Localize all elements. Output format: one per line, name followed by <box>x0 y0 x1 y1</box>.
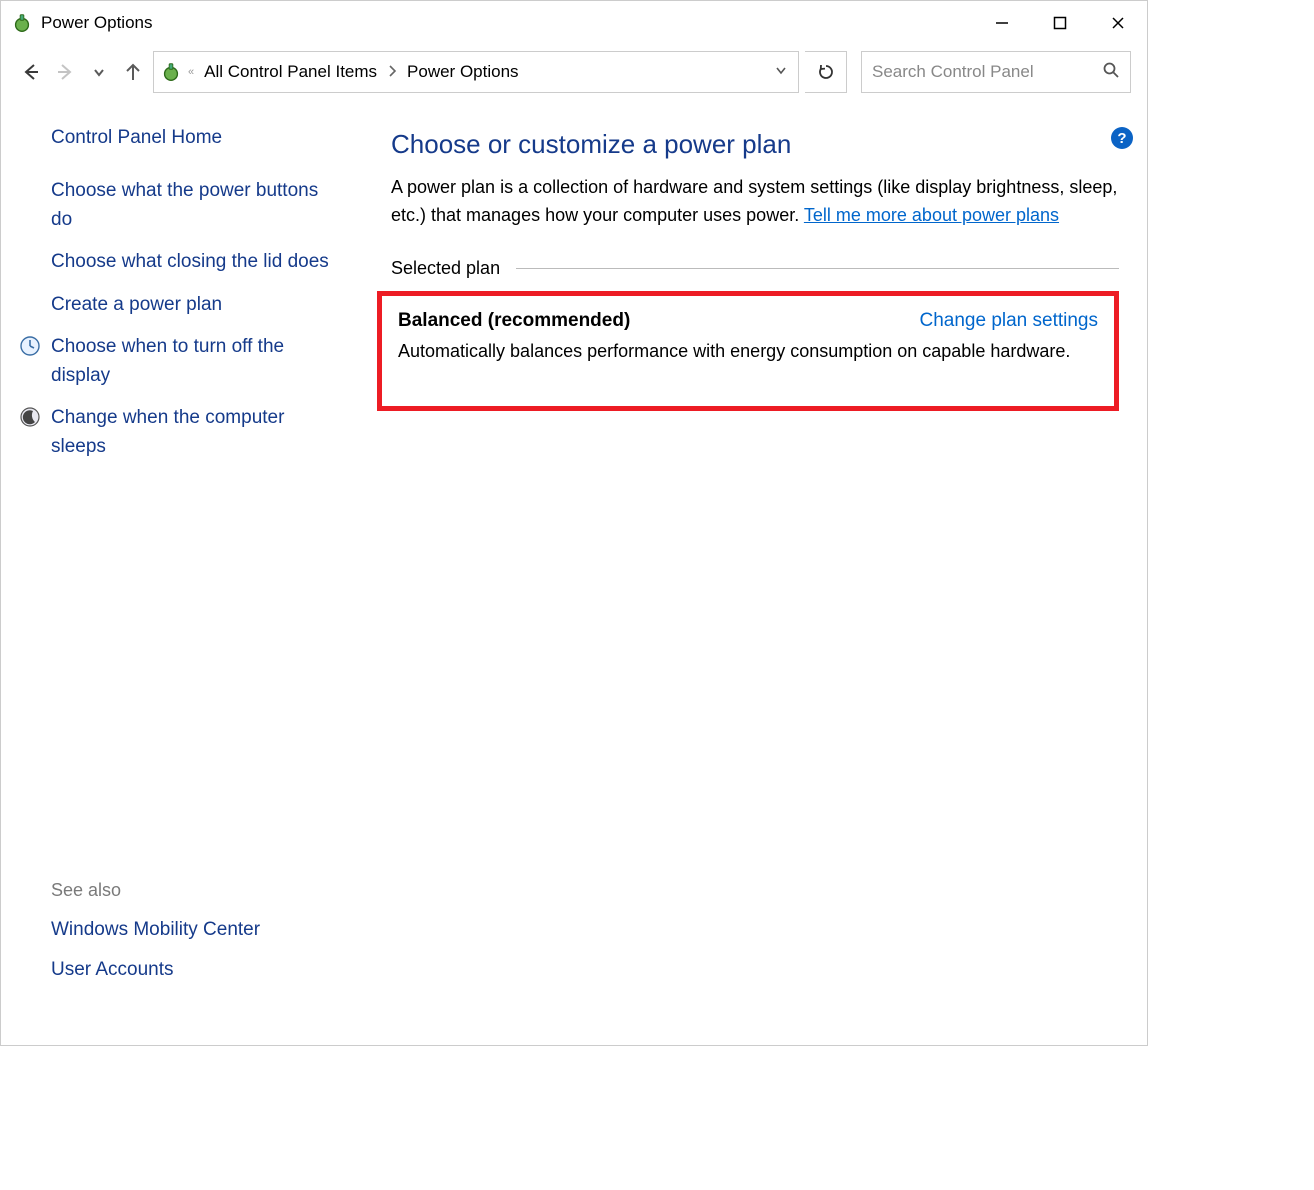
power-options-icon <box>160 61 182 83</box>
window-title: Power Options <box>41 13 153 33</box>
page-heading: Choose or customize a power plan <box>391 129 1119 160</box>
power-options-icon <box>11 12 33 34</box>
address-bar[interactable]: « All Control Panel Items Power Options <box>153 51 799 93</box>
up-button[interactable] <box>119 58 147 86</box>
sidebar-item-display-off[interactable]: Choose when to turn off the display <box>51 333 341 390</box>
maximize-button[interactable] <box>1031 4 1089 42</box>
search-input[interactable] <box>872 62 1102 82</box>
minimize-button[interactable] <box>973 4 1031 42</box>
selected-plan-header: Selected plan <box>391 258 1119 279</box>
forward-button[interactable] <box>51 58 79 86</box>
page-description: A power plan is a collection of hardware… <box>391 174 1119 230</box>
sidebar-item-label[interactable]: Change when the computer sleeps <box>51 404 341 461</box>
breadcrumb-power-options[interactable]: Power Options <box>403 60 523 84</box>
sidebar-item-label[interactable]: Choose what the power buttons do <box>51 177 341 234</box>
window: Power Options « All Contr <box>0 0 1148 1046</box>
section-divider <box>516 268 1119 269</box>
titlebar: Power Options <box>1 1 1147 45</box>
refresh-button[interactable] <box>805 51 847 93</box>
address-dropdown-button[interactable] <box>770 63 792 81</box>
see-also-mobility-center[interactable]: Windows Mobility Center <box>51 919 341 941</box>
see-also-title: See also <box>51 880 341 901</box>
change-plan-settings-link[interactable]: Change plan settings <box>919 310 1098 332</box>
breadcrumb-prev-icon[interactable]: « <box>188 66 194 78</box>
control-panel-home-link[interactable]: Control Panel Home <box>51 127 341 149</box>
clock-icon <box>19 335 41 357</box>
sidebar-item-label[interactable]: Create a power plan <box>51 291 222 320</box>
main-content: Choose or customize a power plan A power… <box>361 105 1147 1039</box>
navigation-bar: « All Control Panel Items Power Options <box>1 45 1147 105</box>
sidebar: Control Panel Home Choose what the power… <box>1 105 361 1039</box>
selected-plan-box: Balanced (recommended) Change plan setti… <box>377 291 1119 411</box>
sidebar-item-label[interactable]: Choose what closing the lid does <box>51 248 329 277</box>
back-button[interactable] <box>17 58 45 86</box>
sidebar-item-computer-sleeps[interactable]: Change when the computer sleeps <box>51 404 341 461</box>
section-label: Selected plan <box>391 258 500 279</box>
help-icon[interactable]: ? <box>1111 127 1133 149</box>
content-body: Control Panel Home Choose what the power… <box>1 105 1147 1039</box>
recent-locations-button[interactable] <box>85 58 113 86</box>
search-box[interactable] <box>861 51 1131 93</box>
plan-name: Balanced (recommended) <box>398 310 630 332</box>
tell-more-link[interactable]: Tell me more about power plans <box>804 205 1059 225</box>
close-button[interactable] <box>1089 4 1147 42</box>
see-also-section: See also Windows Mobility Center User Ac… <box>51 880 341 1019</box>
search-icon[interactable] <box>1102 61 1120 83</box>
sidebar-item-power-buttons[interactable]: Choose what the power buttons do <box>51 177 341 234</box>
breadcrumb-all-items[interactable]: All Control Panel Items <box>200 60 381 84</box>
plan-description: Automatically balances performance with … <box>398 338 1098 366</box>
sidebar-item-label[interactable]: Choose when to turn off the display <box>51 333 341 390</box>
moon-icon <box>19 406 41 428</box>
chevron-right-icon[interactable] <box>387 64 397 81</box>
see-also-user-accounts[interactable]: User Accounts <box>51 959 341 981</box>
sidebar-item-closing-lid[interactable]: Choose what closing the lid does <box>51 248 341 277</box>
sidebar-item-create-plan[interactable]: Create a power plan <box>51 291 341 320</box>
